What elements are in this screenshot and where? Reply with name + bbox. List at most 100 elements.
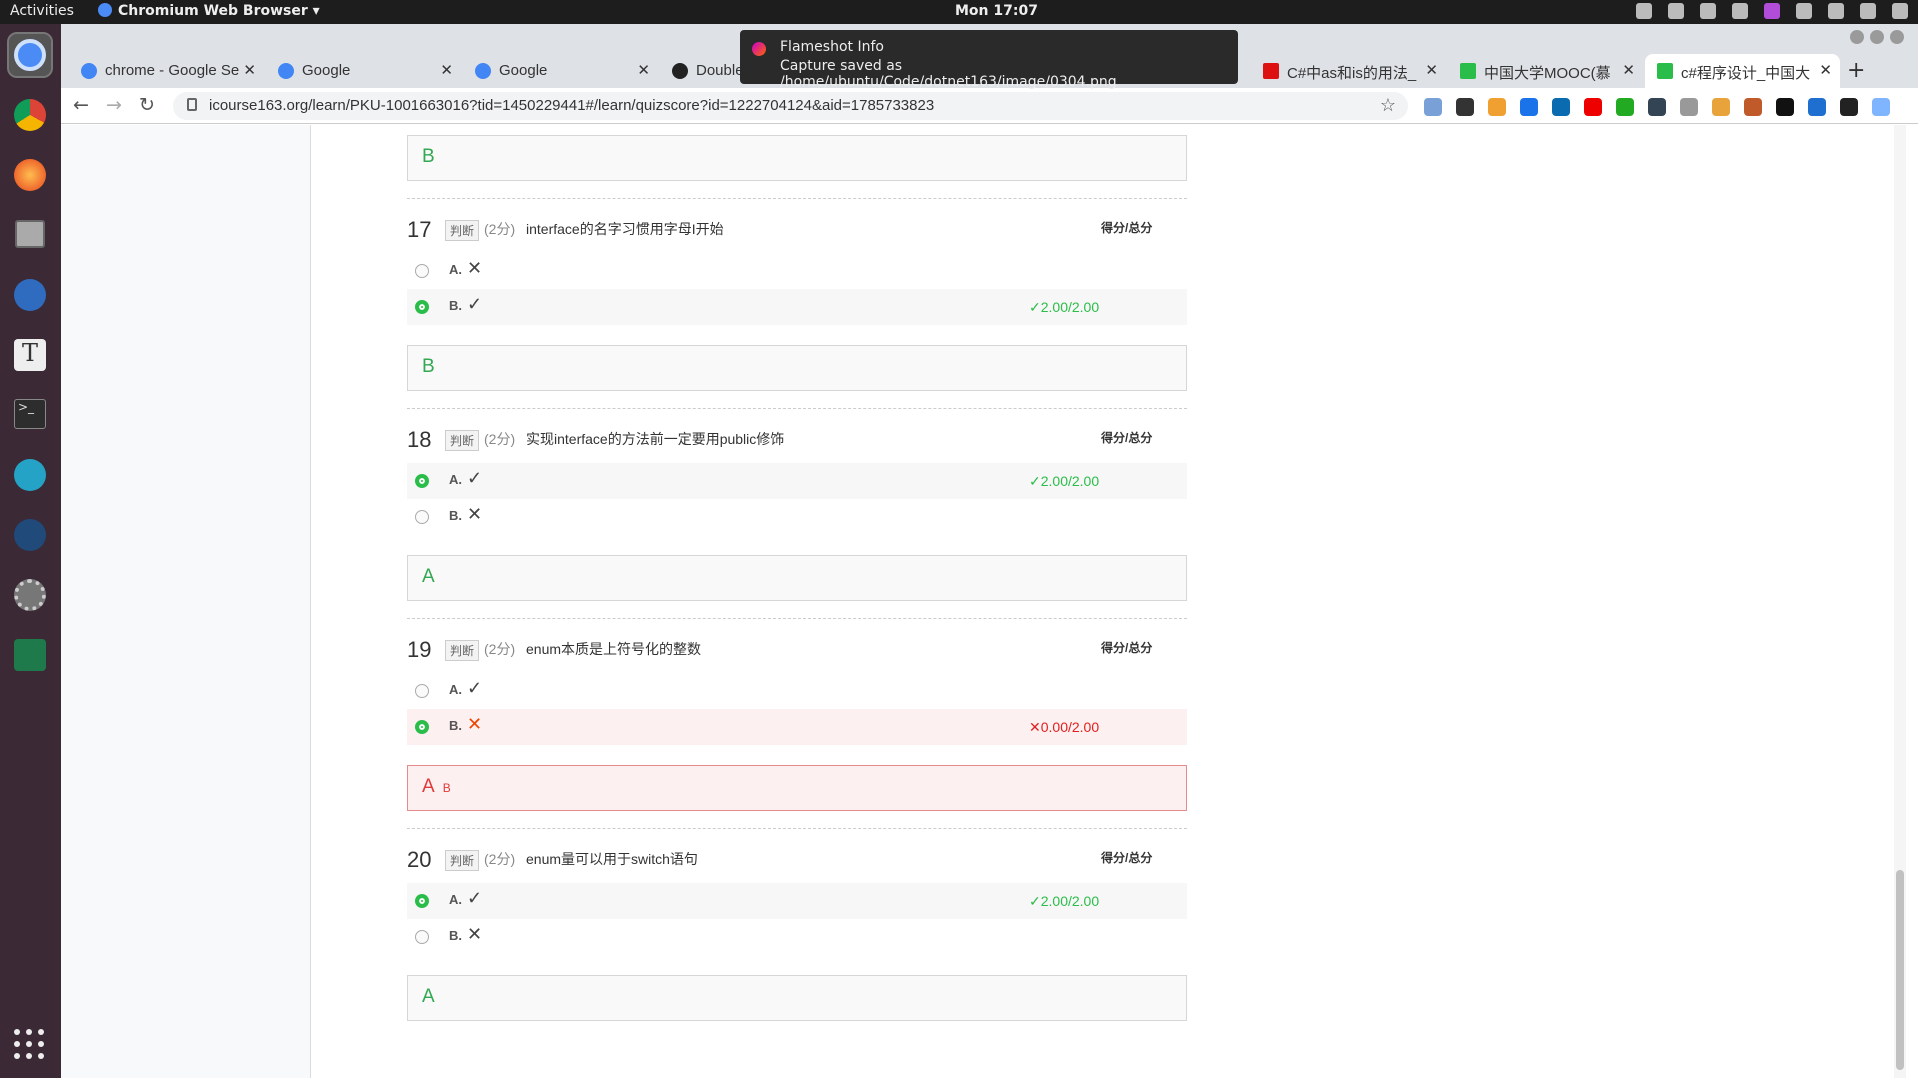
reload-icon[interactable]: ↻ (139, 94, 155, 116)
app-menu[interactable]: Chromium Web Browser ▾ (98, 3, 320, 19)
minimize-icon[interactable] (1850, 30, 1864, 44)
scrollbar-thumb[interactable] (1896, 870, 1904, 1070)
files-dock-icon[interactable] (9, 214, 51, 256)
maximize-icon[interactable] (1870, 30, 1884, 44)
volume-icon[interactable] (1860, 3, 1876, 19)
page-scrollbar[interactable] (1894, 125, 1906, 1078)
tab[interactable]: chrome - Google Se ✕ (69, 54, 264, 88)
mail-dock-icon[interactable] (9, 454, 51, 496)
tray-app-icon[interactable] (1636, 3, 1652, 19)
chrome-dock-icon[interactable] (9, 94, 51, 136)
chromium-dock-icon[interactable] (7, 32, 53, 78)
tab[interactable]: Google ✕ (266, 54, 461, 88)
radio-button[interactable] (415, 264, 429, 278)
extension-icon[interactable] (1840, 98, 1858, 116)
radio-button-checked[interactable] (415, 894, 429, 908)
back-icon[interactable]: ← (73, 94, 89, 116)
option-row[interactable]: B. ✕ (407, 919, 1187, 955)
tab-active[interactable]: c#程序设计_中国大 ✕ (1645, 54, 1840, 88)
activities-button[interactable]: Activities (10, 3, 74, 19)
option-row[interactable]: B. ✕ (407, 499, 1187, 535)
tray-app-icon[interactable] (1700, 3, 1716, 19)
extension-icon[interactable] (1776, 98, 1794, 116)
address-bar[interactable]: icourse163.org/learn/PKU-1001663016?tid=… (173, 92, 1408, 120)
extension-icon[interactable] (1904, 98, 1918, 116)
extension-icon[interactable] (1488, 98, 1506, 116)
question-number: 17 (407, 217, 432, 242)
extension-icon[interactable] (1680, 98, 1698, 116)
flameshot-notification[interactable]: Flameshot Info Capture saved as /home/ub… (740, 30, 1238, 90)
dock: T >_ (0, 24, 61, 1078)
radio-button-checked[interactable] (415, 720, 429, 734)
battery-icon[interactable] (1892, 3, 1908, 19)
score-label: 得分/总分 (1101, 641, 1153, 655)
extension-icon[interactable] (1872, 98, 1890, 116)
option-row-selected[interactable]: B. ✓ ✓2.00/2.00 (407, 289, 1187, 325)
clock[interactable]: Mon 17:07 (955, 3, 1038, 19)
option-row[interactable]: A. ✓ (407, 673, 1187, 709)
option-label: B. (449, 718, 462, 733)
option-score: ✓2.00/2.00 (1029, 299, 1100, 315)
extension-icon[interactable] (1712, 98, 1730, 116)
question-header: 19 判断 (2分) enum本质是上符号化的整数 得分/总分 (407, 637, 1187, 667)
extension-icon[interactable] (1424, 98, 1442, 116)
tab-close-icon[interactable]: ✕ (1622, 61, 1635, 79)
tab-close-icon[interactable]: ✕ (440, 61, 453, 79)
network-icon[interactable] (1828, 3, 1844, 19)
text-editor-dock-icon[interactable]: T (9, 334, 51, 376)
option-row-selected[interactable]: A. ✓ ✓2.00/2.00 (407, 883, 1187, 919)
radio-button[interactable] (415, 930, 429, 944)
new-tab-button[interactable]: + (1847, 58, 1865, 83)
extension-icon[interactable] (1648, 98, 1666, 116)
extension-icon[interactable] (1552, 98, 1570, 116)
keyboard-icon[interactable] (1796, 3, 1812, 19)
radio-button-checked[interactable] (415, 474, 429, 488)
option-label: A. (449, 472, 462, 487)
option-row-selected-wrong[interactable]: B. ✕ ✕0.00/2.00 (407, 709, 1187, 745)
forward-icon[interactable]: → (106, 94, 122, 116)
extension-icon[interactable] (1808, 98, 1826, 116)
tab-close-icon[interactable]: ✕ (1425, 61, 1438, 79)
question-text: enum本质是上符号化的整数 (526, 641, 702, 657)
settings-dock-icon[interactable] (9, 574, 51, 616)
lock-icon[interactable] (187, 98, 197, 111)
radio-button[interactable] (415, 510, 429, 524)
extension-icon[interactable] (1520, 98, 1538, 116)
tray-app-icon[interactable] (1668, 3, 1684, 19)
radio-button[interactable] (415, 684, 429, 698)
extensions-bar: ⋮ (1424, 98, 1918, 116)
tray-app-icon[interactable] (1732, 3, 1748, 19)
option-row-selected[interactable]: A. ✓ ✓2.00/2.00 (407, 463, 1187, 499)
close-icon[interactable] (1890, 30, 1904, 44)
bookmark-star-icon[interactable]: ☆ (1380, 95, 1396, 116)
question-type-badge: 判断 (445, 220, 480, 241)
radio-button-checked[interactable] (415, 300, 429, 314)
option-row[interactable]: A. ✕ (407, 253, 1187, 289)
tab[interactable]: C#中as和is的用法_ ✕ (1251, 54, 1446, 88)
check-icon: ✓ (467, 678, 483, 698)
check-icon: ✓ (467, 888, 483, 908)
tab-close-icon[interactable]: ✕ (243, 61, 256, 79)
tab-close-icon[interactable]: ✕ (1819, 61, 1832, 79)
flameshot-tray-icon[interactable] (1764, 3, 1780, 19)
tab-close-icon[interactable]: ✕ (637, 61, 650, 79)
tab[interactable]: Google ✕ (463, 54, 658, 88)
extension-icon[interactable] (1744, 98, 1762, 116)
mooc-favicon-icon (1657, 63, 1673, 79)
screenshot-dock-icon[interactable] (9, 634, 51, 676)
csdn-favicon-icon (1263, 63, 1279, 79)
score-label: 得分/总分 (1101, 221, 1153, 235)
extension-icon[interactable] (1456, 98, 1474, 116)
extension-icon[interactable] (1584, 98, 1602, 116)
window-controls[interactable] (1850, 30, 1904, 44)
question-text: interface的名字习惯用字母I开始 (526, 221, 724, 237)
tab[interactable]: 中国大学MOOC(慕 ✕ (1448, 54, 1643, 88)
app-dock-icon[interactable] (9, 514, 51, 556)
show-applications-icon[interactable] (14, 1029, 44, 1059)
thunderbird-dock-icon[interactable] (9, 274, 51, 316)
system-tray[interactable] (1636, 3, 1908, 19)
extension-icon[interactable] (1616, 98, 1634, 116)
question-number: 19 (407, 637, 432, 662)
firefox-dock-icon[interactable] (9, 154, 51, 196)
terminal-dock-icon[interactable]: >_ (9, 394, 51, 436)
